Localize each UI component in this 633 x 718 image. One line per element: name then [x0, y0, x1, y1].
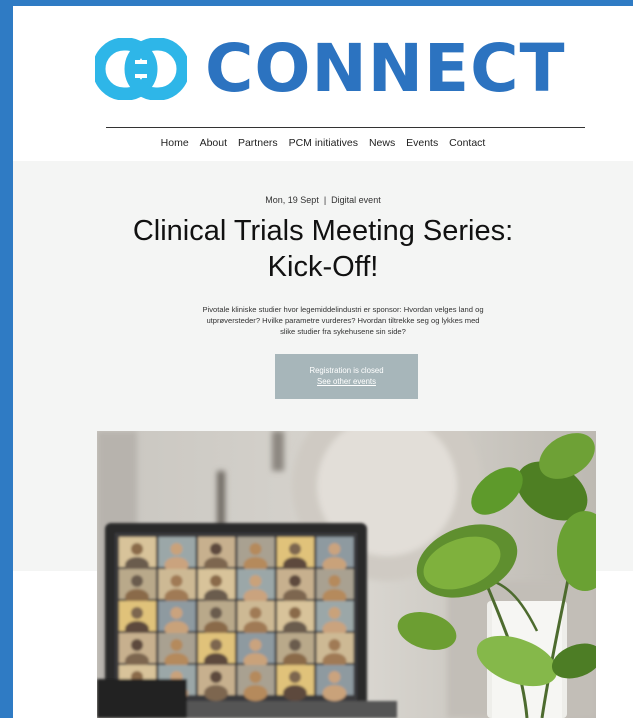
video-participant: [210, 607, 222, 619]
video-participant: [249, 607, 262, 619]
video-participant: [328, 543, 341, 555]
video-participant: [249, 575, 262, 587]
registration-box: Registration is closed See other events: [275, 354, 418, 399]
video-participant-body: [322, 685, 347, 701]
video-participant: [210, 639, 222, 651]
video-participant: [170, 607, 183, 619]
see-other-events-link[interactable]: See other events: [275, 377, 418, 386]
video-participant: [170, 639, 183, 651]
event-date: Mon, 19 Sept: [265, 195, 319, 205]
video-participant: [131, 607, 143, 619]
event-meta: Mon, 19 Sept | Digital event: [13, 195, 633, 205]
video-participant: [170, 575, 183, 587]
event-title: Clinical Trials Meeting Series: Kick-Off…: [73, 213, 573, 285]
nav-partners[interactable]: Partners: [238, 137, 278, 149]
laptop-video-conference-with-plant-photo: [97, 431, 596, 718]
video-participant: [131, 575, 143, 587]
video-participant: [289, 575, 301, 587]
video-participant: [210, 543, 222, 555]
video-participant: [131, 639, 143, 651]
video-participant: [210, 671, 222, 683]
page: CONNECT Home About Partners PCM initiati…: [13, 6, 633, 718]
video-participant: [289, 607, 301, 619]
nav-news[interactable]: News: [369, 137, 395, 149]
video-participant: [131, 543, 143, 555]
logo-text: CONNECT: [205, 30, 566, 107]
video-participant: [328, 671, 341, 683]
nav-events[interactable]: Events: [406, 137, 438, 149]
video-participant: [289, 543, 301, 555]
video-participant: [249, 671, 262, 683]
main-nav: Home About Partners PCM initiatives News…: [13, 137, 633, 149]
event-title-line1: Clinical Trials Meeting Series:: [132, 215, 514, 247]
event-type: Digital event: [331, 195, 381, 205]
video-participant: [289, 671, 301, 683]
video-participant: [249, 543, 262, 555]
video-participant: [289, 639, 301, 651]
video-participant: [170, 543, 183, 555]
meta-separator: |: [323, 195, 327, 205]
video-participant: [328, 639, 341, 651]
nav-pcm-initiatives[interactable]: PCM initiatives: [289, 137, 358, 149]
video-participant-body: [283, 685, 307, 701]
video-participant-body: [243, 685, 268, 701]
connect-logo[interactable]: CONNECT: [95, 30, 575, 108]
event-title-line2: Kick-Off!: [267, 251, 379, 283]
nav-about[interactable]: About: [200, 137, 227, 149]
interlinked-rings-logo-icon: [95, 38, 187, 100]
registration-status: Registration is closed: [309, 366, 384, 375]
nav-home[interactable]: Home: [161, 137, 189, 149]
video-participant: [328, 607, 341, 619]
event-photo-illustration: [97, 431, 596, 718]
video-participant: [328, 575, 341, 587]
video-participant-body: [204, 685, 228, 701]
header-divider: [106, 127, 585, 128]
video-participant: [210, 575, 222, 587]
nav-contact[interactable]: Contact: [449, 137, 485, 149]
video-participant: [249, 639, 262, 651]
event-description: Pivotale kliniske studier hvor legemidde…: [202, 304, 484, 336]
